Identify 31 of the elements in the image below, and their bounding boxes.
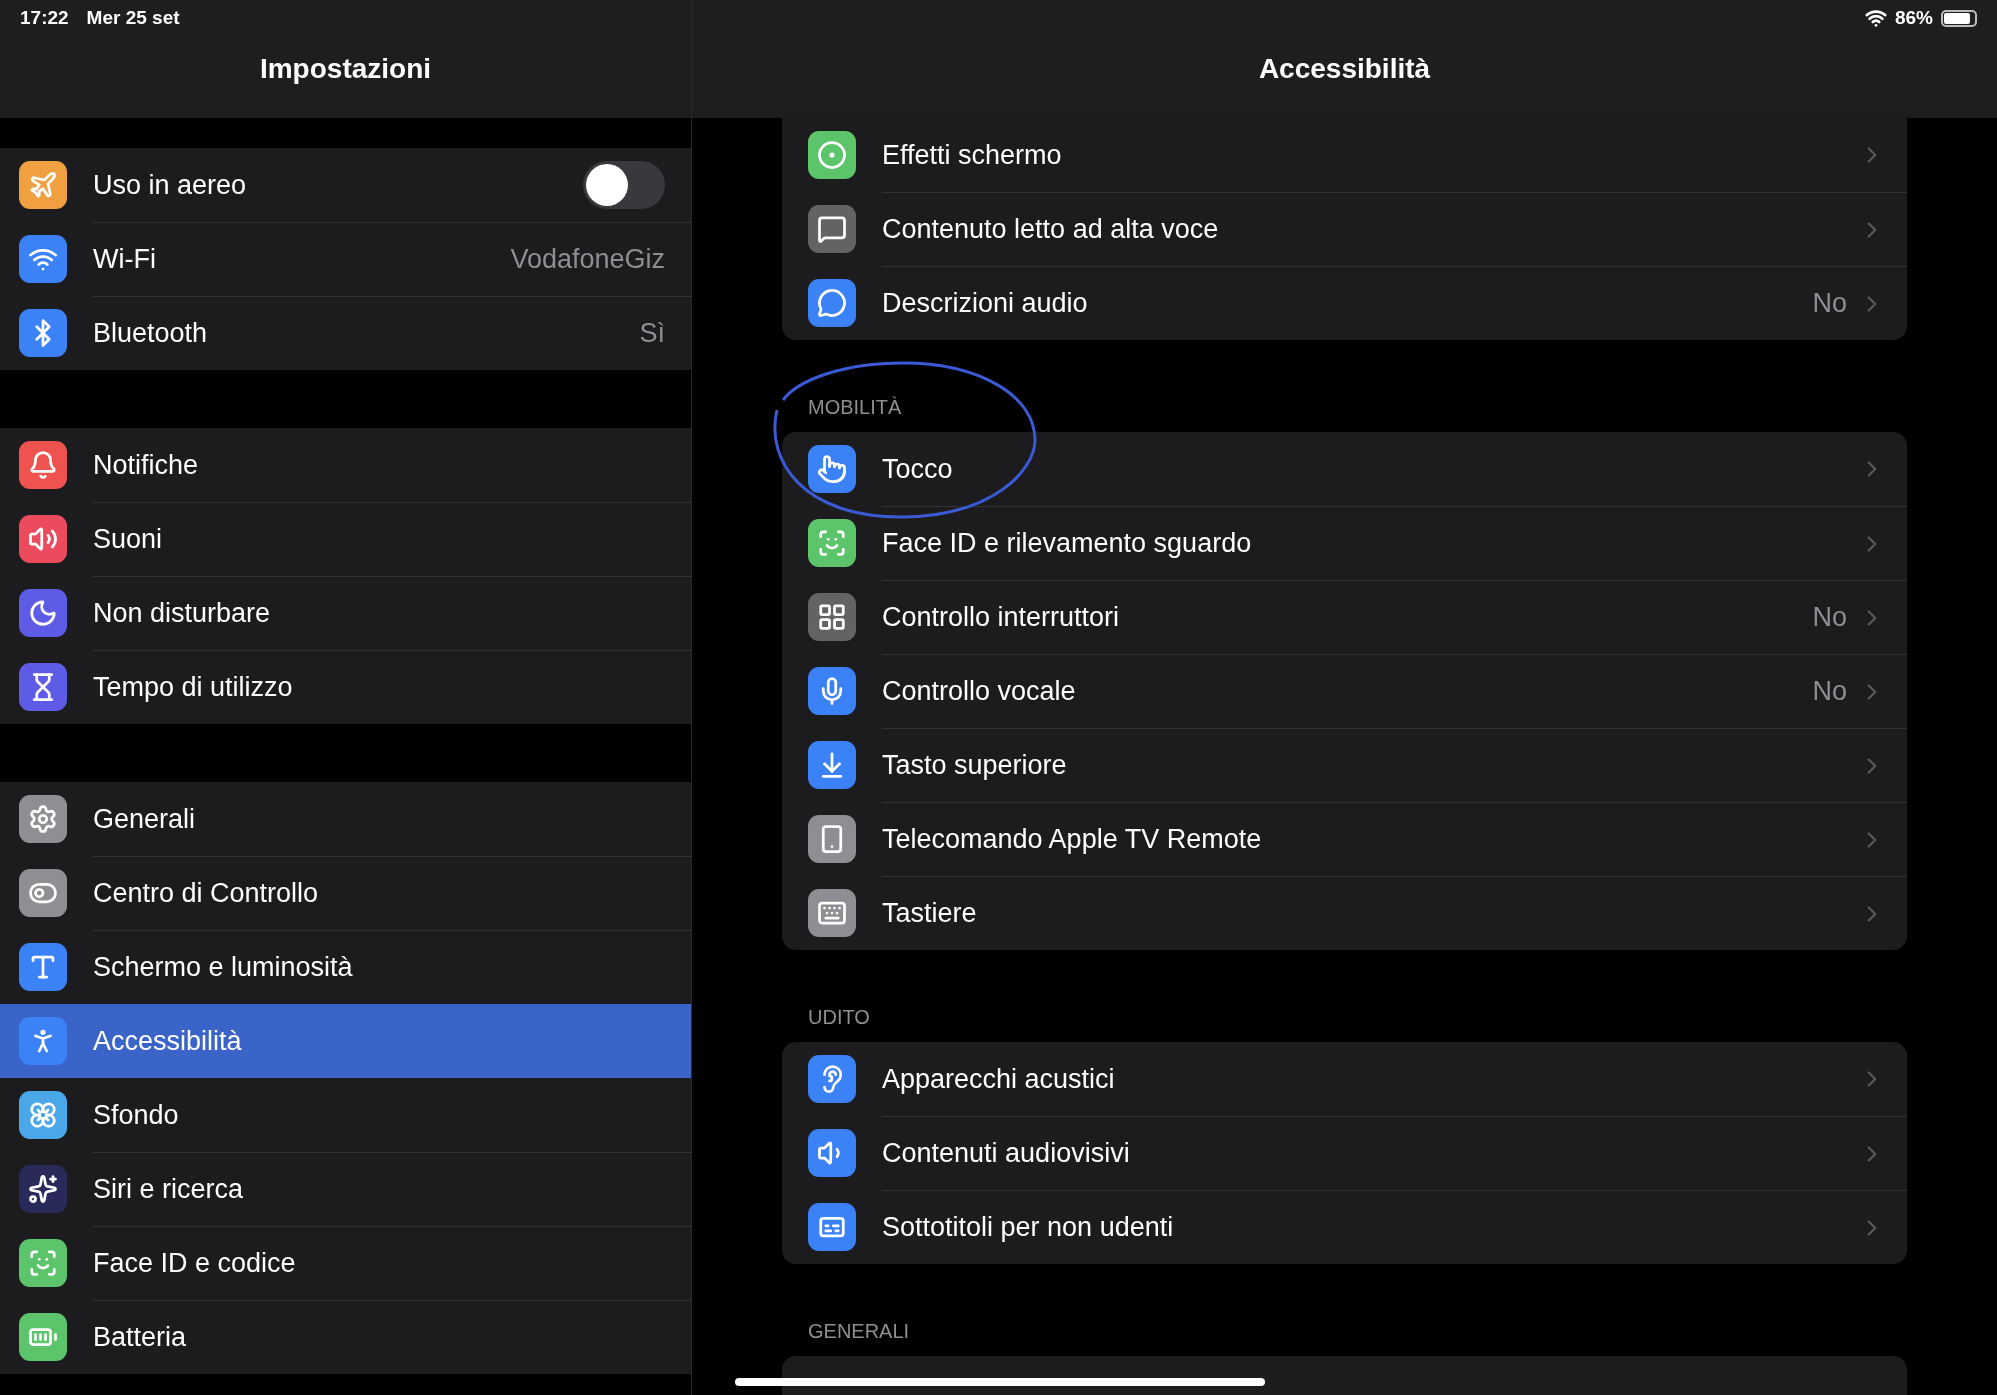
settings-item[interactable]: Controllo vocale [882, 671, 1801, 712]
setting-value: No [1812, 601, 1847, 635]
settings-item[interactable]: Telecomando Apple TV Remote [882, 819, 1847, 860]
setting-value: No [1812, 675, 1847, 709]
settings-item[interactable]: Tastiere [882, 893, 1847, 934]
section-header: MOBILITÀ [808, 396, 902, 418]
setting-value: Sì [639, 317, 665, 351]
settings-item[interactable]: Contenuto letto ad alta voce [882, 209, 1847, 250]
settings-item[interactable]: Tasto superiore [882, 745, 1847, 786]
page-title: Accessibilità [1258, 52, 1431, 87]
settings-item[interactable]: Face ID e rilevamento sguardo [882, 523, 1847, 564]
battery-percent: 86% [1894, 6, 1933, 30]
status-date: Mer 25 set [86, 6, 180, 30]
settings-item[interactable]: Contenuti audiovisivi [882, 1133, 1847, 1174]
setting-value: No [1812, 287, 1847, 321]
settings-item[interactable]: Wi-Fi [93, 239, 511, 280]
settings-item[interactable]: Descrizioni audio [882, 283, 1801, 324]
settings-item[interactable]: Bluetooth [93, 313, 640, 354]
settings-item[interactable]: Sottotitoli per non udenti [882, 1207, 1847, 1248]
wifi-icon [1864, 7, 1887, 30]
sidebar-title: Impostazioni [259, 52, 432, 87]
settings-item[interactable]: Controllo interruttori [882, 597, 1801, 638]
settings-item[interactable]: Effetti schermo [882, 134, 1847, 176]
toggle-switch[interactable] [583, 161, 665, 209]
battery-icon [1941, 9, 1977, 27]
settings-item[interactable]: Tocco [882, 448, 1847, 490]
status-time: 17:22 [20, 6, 69, 30]
settings-item[interactable]: Apparecchi acustici [882, 1058, 1847, 1100]
section-header: GENERALI [808, 1320, 910, 1342]
section-header: UDITO [808, 1006, 870, 1028]
setting-value: VodafoneGiz [510, 243, 665, 277]
